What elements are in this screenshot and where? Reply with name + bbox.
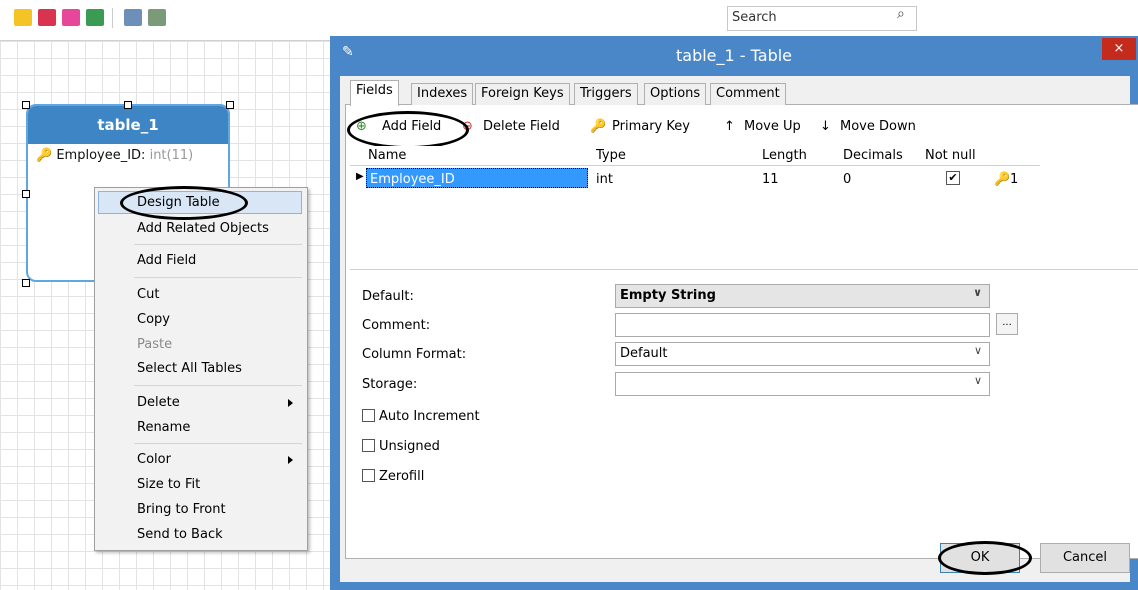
menu-item-size-to-fit[interactable]: Size to Fit xyxy=(137,477,200,492)
menu-separator xyxy=(134,385,302,386)
primary-key-icon: 🔑 xyxy=(36,148,53,163)
menu-item-bring-to-front[interactable]: Bring to Front xyxy=(137,502,226,517)
unsigned-checkbox[interactable]: Unsigned xyxy=(362,439,440,454)
resize-handle[interactable] xyxy=(22,279,30,287)
tab-triggers[interactable]: Triggers xyxy=(574,83,638,105)
column-format-label: Column Format: xyxy=(362,347,467,362)
field-decimals-cell[interactable]: 0 xyxy=(843,172,851,187)
field-type-cell[interactable]: int xyxy=(596,172,613,187)
diagram-icon[interactable] xyxy=(148,9,166,26)
row-pointer-icon: ▶ xyxy=(356,171,364,182)
er-table-title: table_1 xyxy=(28,106,228,144)
chevron-down-icon: ∨ xyxy=(973,286,982,299)
menu-item-cut[interactable]: Cut xyxy=(137,287,159,302)
close-button[interactable]: × xyxy=(1102,38,1136,60)
resize-handle[interactable] xyxy=(22,101,30,109)
tab-options[interactable]: Options xyxy=(644,83,707,105)
default-select[interactable]: Empty String ∨ xyxy=(615,284,990,308)
move-up-button[interactable]: Move Up xyxy=(744,119,801,135)
tab-foreign-keys[interactable]: Foreign Keys xyxy=(475,83,570,105)
field-name-cell[interactable]: Employee_ID xyxy=(370,172,455,187)
column-header-decimals[interactable]: Decimals xyxy=(843,148,903,163)
menu-separator xyxy=(134,443,302,444)
menu-item-rename[interactable]: Rename xyxy=(137,420,190,435)
menu-item-select-all-tables[interactable]: Select All Tables xyxy=(137,361,242,376)
cancel-button[interactable]: Cancel xyxy=(1040,543,1130,573)
auto-arrange-icon[interactable] xyxy=(124,9,142,26)
tab-fields[interactable]: Fields xyxy=(350,80,399,106)
column-header-not-null[interactable]: Not null xyxy=(925,148,976,163)
comment-label: Comment: xyxy=(362,318,431,333)
key-icon: 🔑 xyxy=(994,172,1011,187)
tab-comment[interactable]: Comment xyxy=(710,83,786,105)
not-null-checkbox[interactable]: ✔ xyxy=(946,171,960,185)
column-header-type[interactable]: Type xyxy=(596,148,626,163)
resize-handle[interactable] xyxy=(226,101,234,109)
checkbox-box xyxy=(362,409,375,422)
checkbox-box xyxy=(362,469,375,482)
menu-item-color[interactable]: Color xyxy=(137,452,171,467)
primary-key-icon: 🔑 xyxy=(590,119,607,134)
submenu-arrow-icon xyxy=(288,399,293,407)
comment-expand-button[interactable]: ... xyxy=(996,313,1018,335)
default-value: Empty String xyxy=(620,288,716,303)
chevron-down-icon: ∨ xyxy=(973,344,982,357)
resize-handle[interactable] xyxy=(124,101,132,109)
menu-item-add-field[interactable]: Add Field xyxy=(137,253,196,268)
menu-item-add-related-objects[interactable]: Add Related Objects xyxy=(137,221,269,236)
comment-field[interactable] xyxy=(615,313,990,337)
menu-item-paste: Paste xyxy=(137,337,173,352)
search-input[interactable]: Search xyxy=(727,6,917,31)
primary-key-button[interactable]: Primary Key xyxy=(612,119,690,135)
annotation-oval xyxy=(347,111,469,149)
column-header-name[interactable]: Name xyxy=(368,148,406,163)
delete-field-button[interactable]: Delete Field xyxy=(483,119,560,135)
menu-separator xyxy=(134,244,302,245)
column-format-value: Default xyxy=(620,346,668,361)
tab-indexes[interactable]: Indexes xyxy=(411,83,474,105)
layout-icon[interactable] xyxy=(86,9,104,26)
er-field-name: Employee_ID: xyxy=(56,148,146,163)
main-toolbar xyxy=(0,0,1138,36)
auto-increment-checkbox[interactable]: Auto Increment xyxy=(362,409,480,424)
search-icon[interactable]: ⌕ xyxy=(897,6,905,22)
er-field-row[interactable]: 🔑 Employee_ID: int(11) xyxy=(36,148,193,163)
image-icon[interactable] xyxy=(38,9,56,26)
annotation-oval xyxy=(938,541,1032,575)
column-format-select[interactable]: Default ∨ xyxy=(615,342,990,366)
submenu-arrow-icon xyxy=(288,456,293,464)
move-down-button[interactable]: Move Down xyxy=(840,119,916,135)
storage-label: Storage: xyxy=(362,377,418,392)
annotation-oval xyxy=(120,186,248,220)
er-field-type: int(11) xyxy=(149,148,194,163)
layer-icon[interactable] xyxy=(62,9,80,26)
chevron-down-icon: ∨ xyxy=(973,374,982,387)
arrow-up-icon: ↑ xyxy=(724,119,735,134)
checkbox-label: Unsigned xyxy=(379,439,440,454)
zerofill-checkbox[interactable]: Zerofill xyxy=(362,469,424,484)
checkbox-box xyxy=(362,439,375,452)
field-length-cell[interactable]: 11 xyxy=(762,172,779,187)
menu-item-send-to-back[interactable]: Send to Back xyxy=(137,527,223,542)
menu-item-copy[interactable]: Copy xyxy=(137,312,170,327)
arrow-down-icon: ↓ xyxy=(820,119,831,134)
note-icon[interactable] xyxy=(14,9,32,26)
menu-separator xyxy=(134,277,302,278)
resize-handle[interactable] xyxy=(22,190,30,198)
default-label: Default: xyxy=(362,289,414,304)
checkbox-label: Auto Increment xyxy=(379,409,480,424)
storage-select[interactable]: ∨ xyxy=(615,372,990,396)
menu-item-delete[interactable]: Delete xyxy=(137,395,180,410)
toolbar-divider xyxy=(112,8,113,28)
key-order: 1 xyxy=(1010,172,1019,187)
window-title: table_1 - Table xyxy=(675,46,793,65)
column-header-length[interactable]: Length xyxy=(762,148,807,163)
checkbox-label: Zerofill xyxy=(379,469,425,484)
